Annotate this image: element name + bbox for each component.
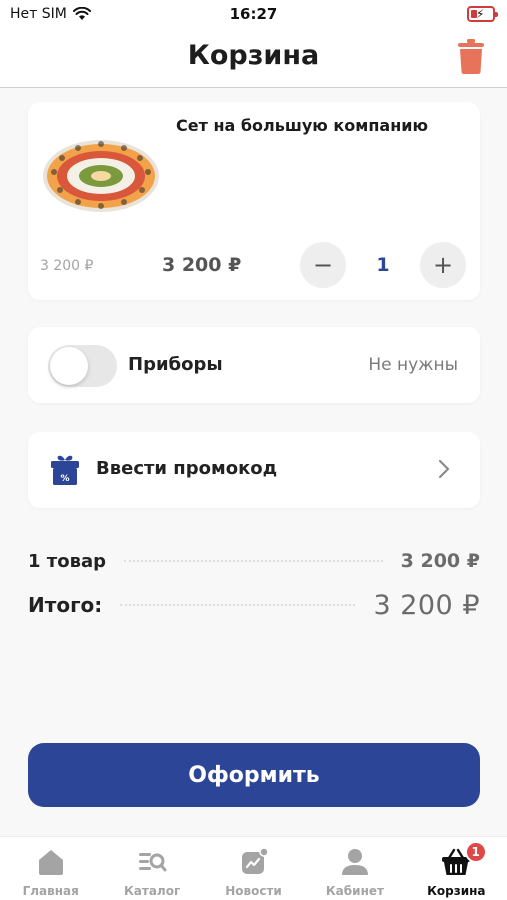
tab-cart[interactable]: 1 Корзина — [406, 837, 507, 900]
tab-label: Главная — [22, 884, 79, 898]
tab-home[interactable]: Главная — [0, 837, 101, 900]
dotted-divider — [120, 604, 356, 606]
header: Корзина — [0, 30, 507, 88]
toggle-knob — [50, 347, 88, 385]
items-sum: 3 200 ₽ — [400, 550, 480, 572]
utensils-label: Приборы — [128, 354, 223, 375]
utensils-toggle[interactable] — [48, 345, 117, 387]
tab-profile[interactable]: Кабинет — [304, 837, 405, 900]
battery-icon: ⚡ — [467, 6, 498, 22]
tab-label: Корзина — [427, 884, 486, 898]
tab-label: Каталог — [123, 884, 181, 898]
status-bar: Нет SIM 16:27 ⚡ — [0, 0, 507, 30]
page-title: Корзина — [187, 40, 320, 71]
promo-code-row[interactable]: % Ввести промокод — [28, 432, 480, 508]
utensils-status: Не нужны — [368, 355, 458, 375]
chevron-right-icon — [438, 459, 450, 479]
home-icon — [38, 850, 63, 875]
old-price: 3 200 ₽ — [40, 258, 94, 274]
product-title: Сет на большую компанию — [176, 116, 429, 135]
tab-bar: Главная Каталог Новости Кабинет 1 Корзин… — [0, 836, 507, 900]
dotted-divider — [124, 560, 383, 562]
checkout-label: Оформить — [188, 762, 320, 788]
items-count-label: 1 товар — [28, 550, 107, 572]
utensils-card: Приборы Не нужны — [28, 327, 480, 403]
summary-total-row: Итого: 3 200 ₽ — [28, 588, 480, 622]
tab-label: Кабинет — [325, 884, 384, 898]
promo-code-label: Ввести промокод — [96, 458, 278, 479]
increase-quantity-button[interactable]: + — [420, 242, 466, 288]
product-image — [43, 140, 159, 212]
quantity-value: 1 — [376, 254, 390, 276]
cart-count-badge: 1 — [464, 841, 487, 863]
trash-icon[interactable] — [457, 39, 485, 75]
decrease-quantity-button[interactable]: − — [300, 242, 346, 288]
tab-news[interactable]: Новости — [203, 837, 304, 900]
svg-text:%: % — [60, 474, 69, 484]
total-label: Итого: — [28, 593, 103, 617]
status-time: 16:27 — [229, 5, 278, 23]
news-icon — [241, 847, 269, 874]
catalog-icon — [139, 853, 167, 872]
cart-item-card: Сет на большую компанию 3 200 ₽ 3 200 ₽ … — [28, 102, 480, 300]
minus-icon: − — [312, 251, 334, 279]
item-price: 3 200 ₽ — [162, 254, 242, 276]
gift-icon: % — [51, 455, 79, 485]
tab-catalog[interactable]: Каталог — [101, 837, 202, 900]
plus-icon: + — [432, 251, 454, 279]
tab-label: Новости — [225, 884, 282, 898]
profile-icon — [341, 849, 368, 875]
summary-items-row: 1 товар 3 200 ₽ — [28, 548, 480, 574]
checkout-button[interactable]: Оформить — [28, 743, 480, 807]
total-sum: 3 200 ₽ — [373, 589, 480, 621]
